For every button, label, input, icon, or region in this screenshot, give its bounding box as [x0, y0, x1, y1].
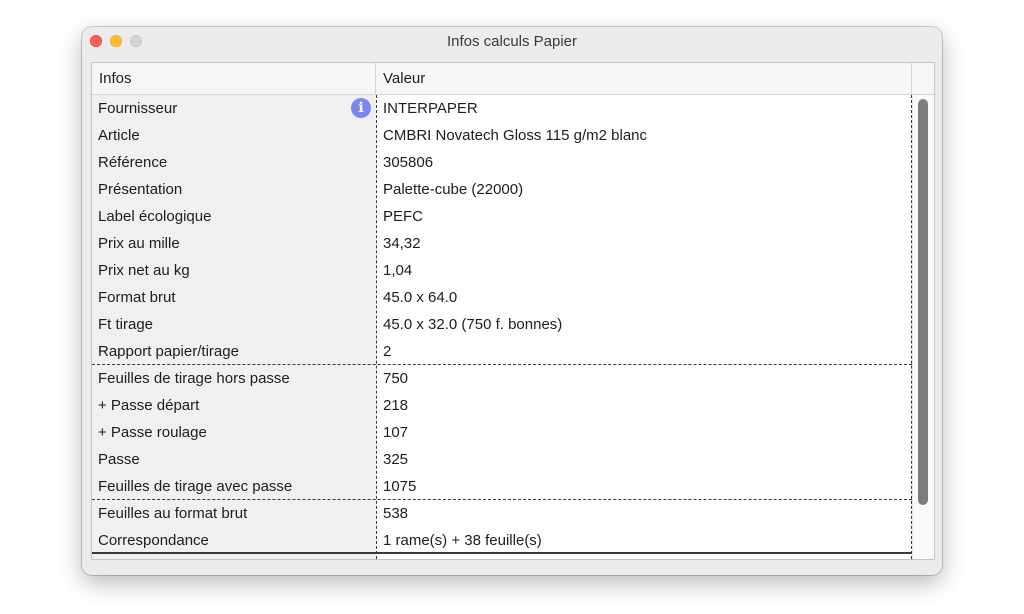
row-value: 1 rame(s) + 38 feuille(s) — [383, 532, 542, 549]
row-value: 538 — [383, 505, 409, 522]
row-key: Correspondance — [98, 532, 209, 549]
table-bottom-rule — [92, 552, 912, 554]
row-key: Prix au mille — [98, 235, 180, 252]
row-key: Format brut — [98, 289, 176, 306]
row-key: Référence — [98, 154, 168, 171]
row-key: Rapport papier/tirage — [98, 343, 239, 360]
row-value: 325 — [383, 451, 409, 468]
row-value: 34,32 — [383, 235, 421, 252]
row-key: Présentation — [98, 181, 183, 198]
table-row[interactable]: Correspondance 1 rame(s) + 38 feuille(s) — [92, 527, 912, 554]
row-key: + Passe roulage — [98, 424, 207, 441]
row-key: Fournisseur — [98, 100, 178, 117]
table-row[interactable]: Prix net au kg 1,04 — [92, 257, 912, 284]
row-value: 218 — [383, 397, 409, 414]
app-window: Infos calculs Papier Infos Valeur Fourni… — [82, 27, 942, 575]
table-row[interactable]: Format brut 45.0 x 64.0 — [92, 284, 912, 311]
table-row[interactable]: Ft tirage 45.0 x 32.0 (750 f. bonnes) — [92, 311, 912, 338]
row-key: Feuilles au format brut — [98, 505, 248, 522]
table-row[interactable]: Référence 305806 — [92, 149, 912, 176]
row-key: Passe — [98, 451, 140, 468]
row-key: Prix net au kg — [98, 262, 190, 279]
table-row[interactable]: Fournisseur i INTERPAPER — [92, 95, 912, 122]
table-row[interactable]: Label écologique PEFC — [92, 203, 912, 230]
row-value: 2 — [383, 343, 392, 360]
table-row[interactable]: Article CMBRI Novatech Gloss 115 g/m2 bl… — [92, 122, 912, 149]
scrollbar-thumb[interactable] — [918, 99, 928, 505]
row-key: + Passe départ — [98, 397, 200, 414]
info-table: Infos Valeur Fournisseur i INTERPAPER Ar… — [91, 62, 935, 560]
table-row[interactable]: + Passe départ 218 — [92, 392, 912, 419]
row-value: 1,04 — [383, 262, 413, 279]
info-icon[interactable]: i — [351, 98, 371, 118]
row-value: 45.0 x 32.0 (750 f. bonnes) — [383, 316, 563, 333]
row-key: Feuilles de tirage avec passe — [98, 478, 293, 495]
table-header: Infos Valeur — [92, 63, 934, 95]
table-row[interactable]: Passe 325 — [92, 446, 912, 473]
column-header-valeur[interactable]: Valeur — [376, 63, 912, 94]
row-value: 750 — [383, 370, 409, 387]
row-value: 45.0 x 64.0 — [383, 289, 458, 306]
row-key: Label écologique — [98, 208, 212, 225]
title-bar: Infos calculs Papier — [82, 27, 942, 55]
table-row[interactable]: Rapport papier/tirage 2 — [92, 338, 912, 365]
row-key: Ft tirage — [98, 316, 154, 333]
table-row[interactable]: Présentation Palette-cube (22000) — [92, 176, 912, 203]
window-title: Infos calculs Papier — [446, 33, 578, 50]
row-value: 305806 — [383, 154, 434, 171]
table-row[interactable]: Feuilles de tirage avec passe 1075 — [92, 473, 912, 500]
row-value: 107 — [383, 424, 409, 441]
row-value: CMBRI Novatech Gloss 115 g/m2 blanc — [383, 127, 648, 144]
row-key: Feuilles de tirage hors passe — [98, 370, 290, 387]
row-value: Palette-cube (22000) — [383, 181, 524, 198]
column-divider — [376, 95, 377, 559]
row-value: PEFC — [383, 208, 424, 225]
row-key: Article — [98, 127, 140, 144]
row-value: 1075 — [383, 478, 417, 495]
column-header-infos[interactable]: Infos — [92, 63, 376, 94]
table-row[interactable]: Feuilles de tirage hors passe 750 — [92, 365, 912, 392]
row-value: INTERPAPER — [383, 100, 478, 117]
table-row[interactable]: Prix au mille 34,32 — [92, 230, 912, 257]
table-row[interactable]: Feuilles au format brut 538 — [92, 500, 912, 527]
table-row[interactable]: + Passe roulage 107 — [92, 419, 912, 446]
